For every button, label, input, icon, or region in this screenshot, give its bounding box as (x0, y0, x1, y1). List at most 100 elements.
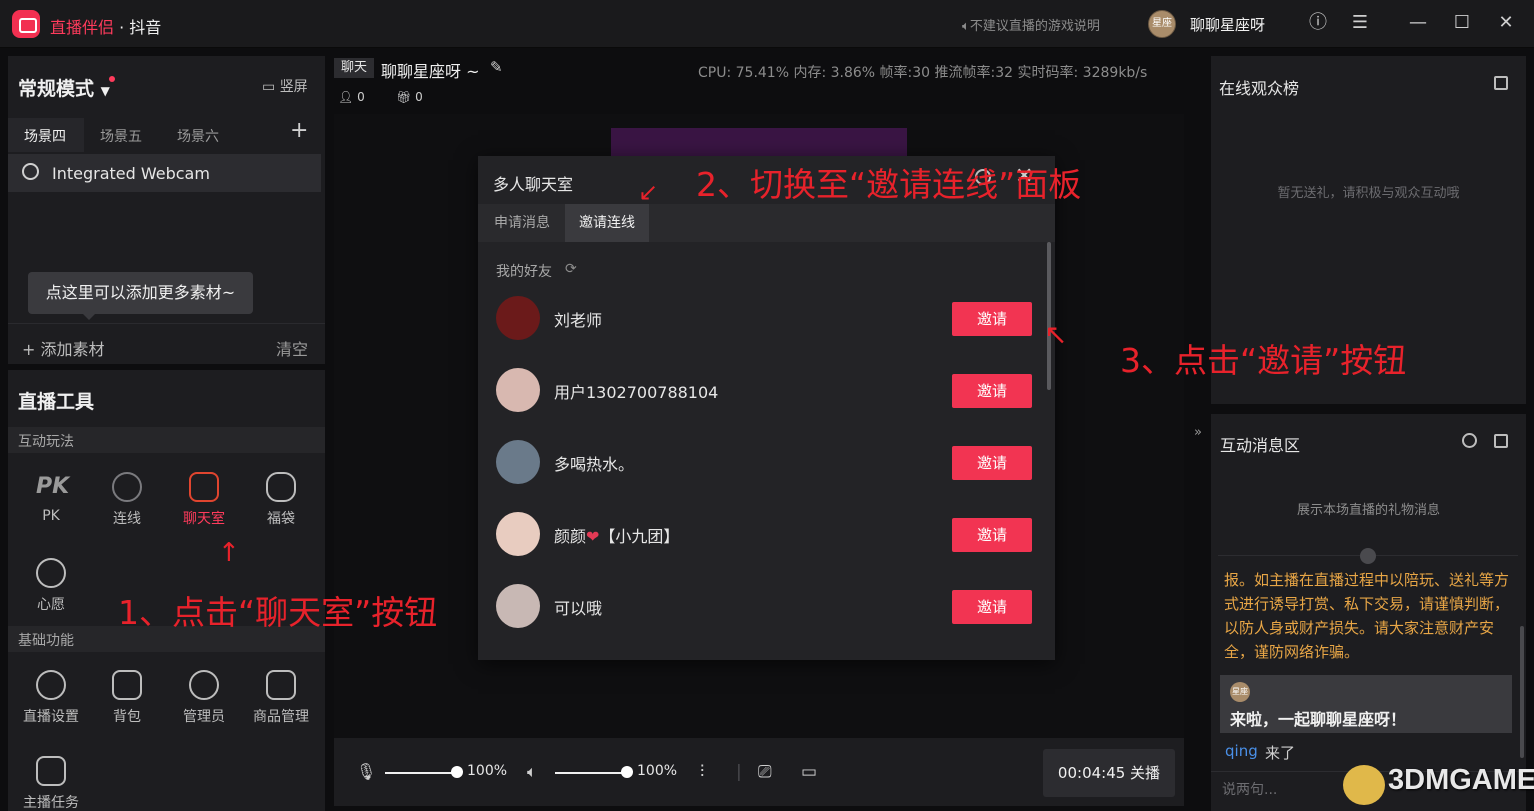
backpack-tool[interactable]: 背包 (92, 670, 162, 726)
product-tool[interactable]: 商品管理 (246, 670, 316, 726)
camera-icon[interactable]: ▭ (801, 762, 817, 782)
friend-name: 颜颜❤【小九团】 (554, 523, 679, 547)
help-icon[interactable]: ⓘ (1308, 13, 1328, 33)
gift-hint: 展示本场直播的礼物消息 (1296, 503, 1440, 518)
friend-name: 多喝热水。 (554, 455, 635, 474)
link-tool[interactable]: 连线 (92, 472, 162, 528)
task-icon (36, 756, 66, 786)
menu-icon[interactable]: ☰ (1350, 13, 1370, 33)
chatroom-tool[interactable]: 聊天室 (169, 472, 239, 528)
add-material-tooltip: 点这里可以添加更多素材~ (28, 272, 253, 314)
mode-selector[interactable]: 常规模式 ▼ (18, 74, 110, 101)
stop-live-button[interactable]: 00:04:45 关播 (1043, 749, 1175, 797)
friends-label: 我的好友 (496, 264, 552, 280)
minimize-icon[interactable]: — (1408, 13, 1428, 33)
refresh-icon[interactable]: ⟳ (565, 261, 577, 277)
mixer-icon[interactable]: ⫶ (700, 762, 704, 782)
live-settings-tool[interactable]: 直播设置 (16, 670, 86, 726)
avatar[interactable]: 星座 (1148, 10, 1176, 38)
chat-placeholder: 说两句... (1222, 782, 1278, 798)
join-username[interactable]: qing (1225, 742, 1258, 760)
app-platform: 抖音 (129, 18, 162, 37)
performance-stats: CPU: 75.41% 内存: 3.86% 帧率:30 推流帧率:32 实时码率… (698, 65, 1148, 81)
friend-name-text: 颜颜 (554, 527, 587, 546)
mic-slider-knob[interactable] (451, 766, 463, 778)
divider (8, 323, 325, 324)
scene-panel (8, 56, 325, 364)
maximize-icon[interactable]: ☐ (1452, 13, 1472, 33)
edit-icon[interactable]: ✎ (490, 58, 503, 76)
mic-volume: 100% (467, 763, 508, 779)
scene-tab-5[interactable]: 场景五 (100, 126, 142, 146)
source-label: Integrated Webcam (52, 164, 210, 183)
avatar (496, 368, 540, 412)
gift-count-value: 0 (415, 90, 423, 104)
tooltip-arrow (82, 313, 96, 320)
wish-tool[interactable]: 心愿 (16, 558, 86, 614)
scene-tab-6[interactable]: 场景六 (177, 126, 219, 146)
speaker-slider[interactable] (555, 772, 627, 774)
gift-icon: 🎁︎ (396, 90, 412, 104)
add-scene-button[interactable]: + (290, 118, 308, 143)
title-bar (0, 0, 1534, 48)
wish-icon (36, 558, 66, 588)
watermark-logo-icon (1343, 765, 1385, 805)
viewer-count-value: 0 (357, 90, 365, 104)
chatroom-icon (189, 472, 219, 502)
game-notice-text: 不建议直播的游戏说明 (969, 19, 1100, 34)
mode-label: 常规模式 (18, 78, 95, 100)
notification-dot (109, 76, 115, 82)
game-notice-link[interactable]: 🔈︎不建议直播的游戏说明 (962, 15, 1100, 34)
popout-icon[interactable] (1494, 76, 1508, 90)
collapse-panel-icon[interactable]: » (1194, 425, 1202, 440)
add-source-button[interactable]: + 添加素材 (22, 336, 105, 360)
host-task-tool[interactable]: 主播任务 (16, 756, 86, 811)
admin-label: 管理员 (183, 709, 225, 725)
invite-button[interactable]: 邀请 (952, 446, 1032, 480)
scene-tab-4[interactable]: 场景四 (24, 126, 66, 146)
app-logo-icon (12, 10, 40, 38)
person-icon: 👤︎ (338, 90, 354, 104)
settings-icon (36, 670, 66, 700)
pk-tool[interactable]: PK PK (16, 472, 86, 524)
close-icon[interactable]: ✕ (1496, 13, 1516, 33)
link-label: 连线 (113, 511, 141, 527)
scrollbar[interactable] (1047, 242, 1051, 390)
clear-button[interactable]: 清空 (276, 336, 308, 360)
speaker-slider-knob[interactable] (621, 766, 633, 778)
invite-button[interactable]: 邀请 (952, 374, 1032, 408)
wish-label: 心愿 (37, 597, 65, 613)
gear-icon[interactable] (1462, 433, 1477, 448)
popout-icon[interactable] (1494, 434, 1508, 448)
friend-name: 刘老师 (554, 311, 603, 330)
screen-cast-icon[interactable]: ⎚ (758, 762, 772, 782)
invite-button[interactable]: 邀请 (952, 518, 1032, 552)
backpack-icon (112, 670, 142, 700)
tab-invite[interactable]: 邀请连线 (565, 204, 649, 242)
viewers-title: 在线观众榜 (1219, 79, 1300, 98)
speaker-icon[interactable]: 🔈︎ (527, 762, 537, 782)
pk-label: PK (42, 508, 60, 524)
watermark: 3DMGAME (1388, 764, 1534, 796)
empty-state: 暂无送礼，请积极与观众互动哦 (1277, 186, 1460, 201)
microphone-icon[interactable]: 🎙︎ (356, 762, 376, 781)
username[interactable]: 聊聊星座呀 (1190, 14, 1265, 35)
portrait-button[interactable]: ▭ 竖屏 (262, 76, 308, 96)
avatar (496, 512, 540, 556)
lucky-bag-label: 福袋 (267, 511, 295, 527)
lucky-bag-tool[interactable]: 福袋 (246, 472, 316, 528)
mic-slider[interactable] (385, 772, 457, 774)
app-name: 直播伴侣 · 抖音 (50, 14, 161, 38)
admin-tool[interactable]: 管理员 (169, 670, 239, 726)
resize-handle[interactable] (1360, 548, 1376, 564)
chatroom-label: 聊天室 (183, 511, 225, 527)
scrollbar[interactable] (1520, 626, 1524, 758)
invite-button[interactable]: 邀请 (952, 302, 1032, 336)
app-name-separator: · (114, 18, 130, 37)
link-icon (112, 472, 142, 502)
invite-button[interactable]: 邀请 (952, 590, 1032, 624)
annotation-step-1: 1、点击“聊天室”按钮 (118, 593, 438, 632)
tab-applications[interactable]: 申请消息 (480, 204, 564, 242)
avatar (496, 584, 540, 628)
live-settings-label: 直播设置 (23, 709, 79, 725)
